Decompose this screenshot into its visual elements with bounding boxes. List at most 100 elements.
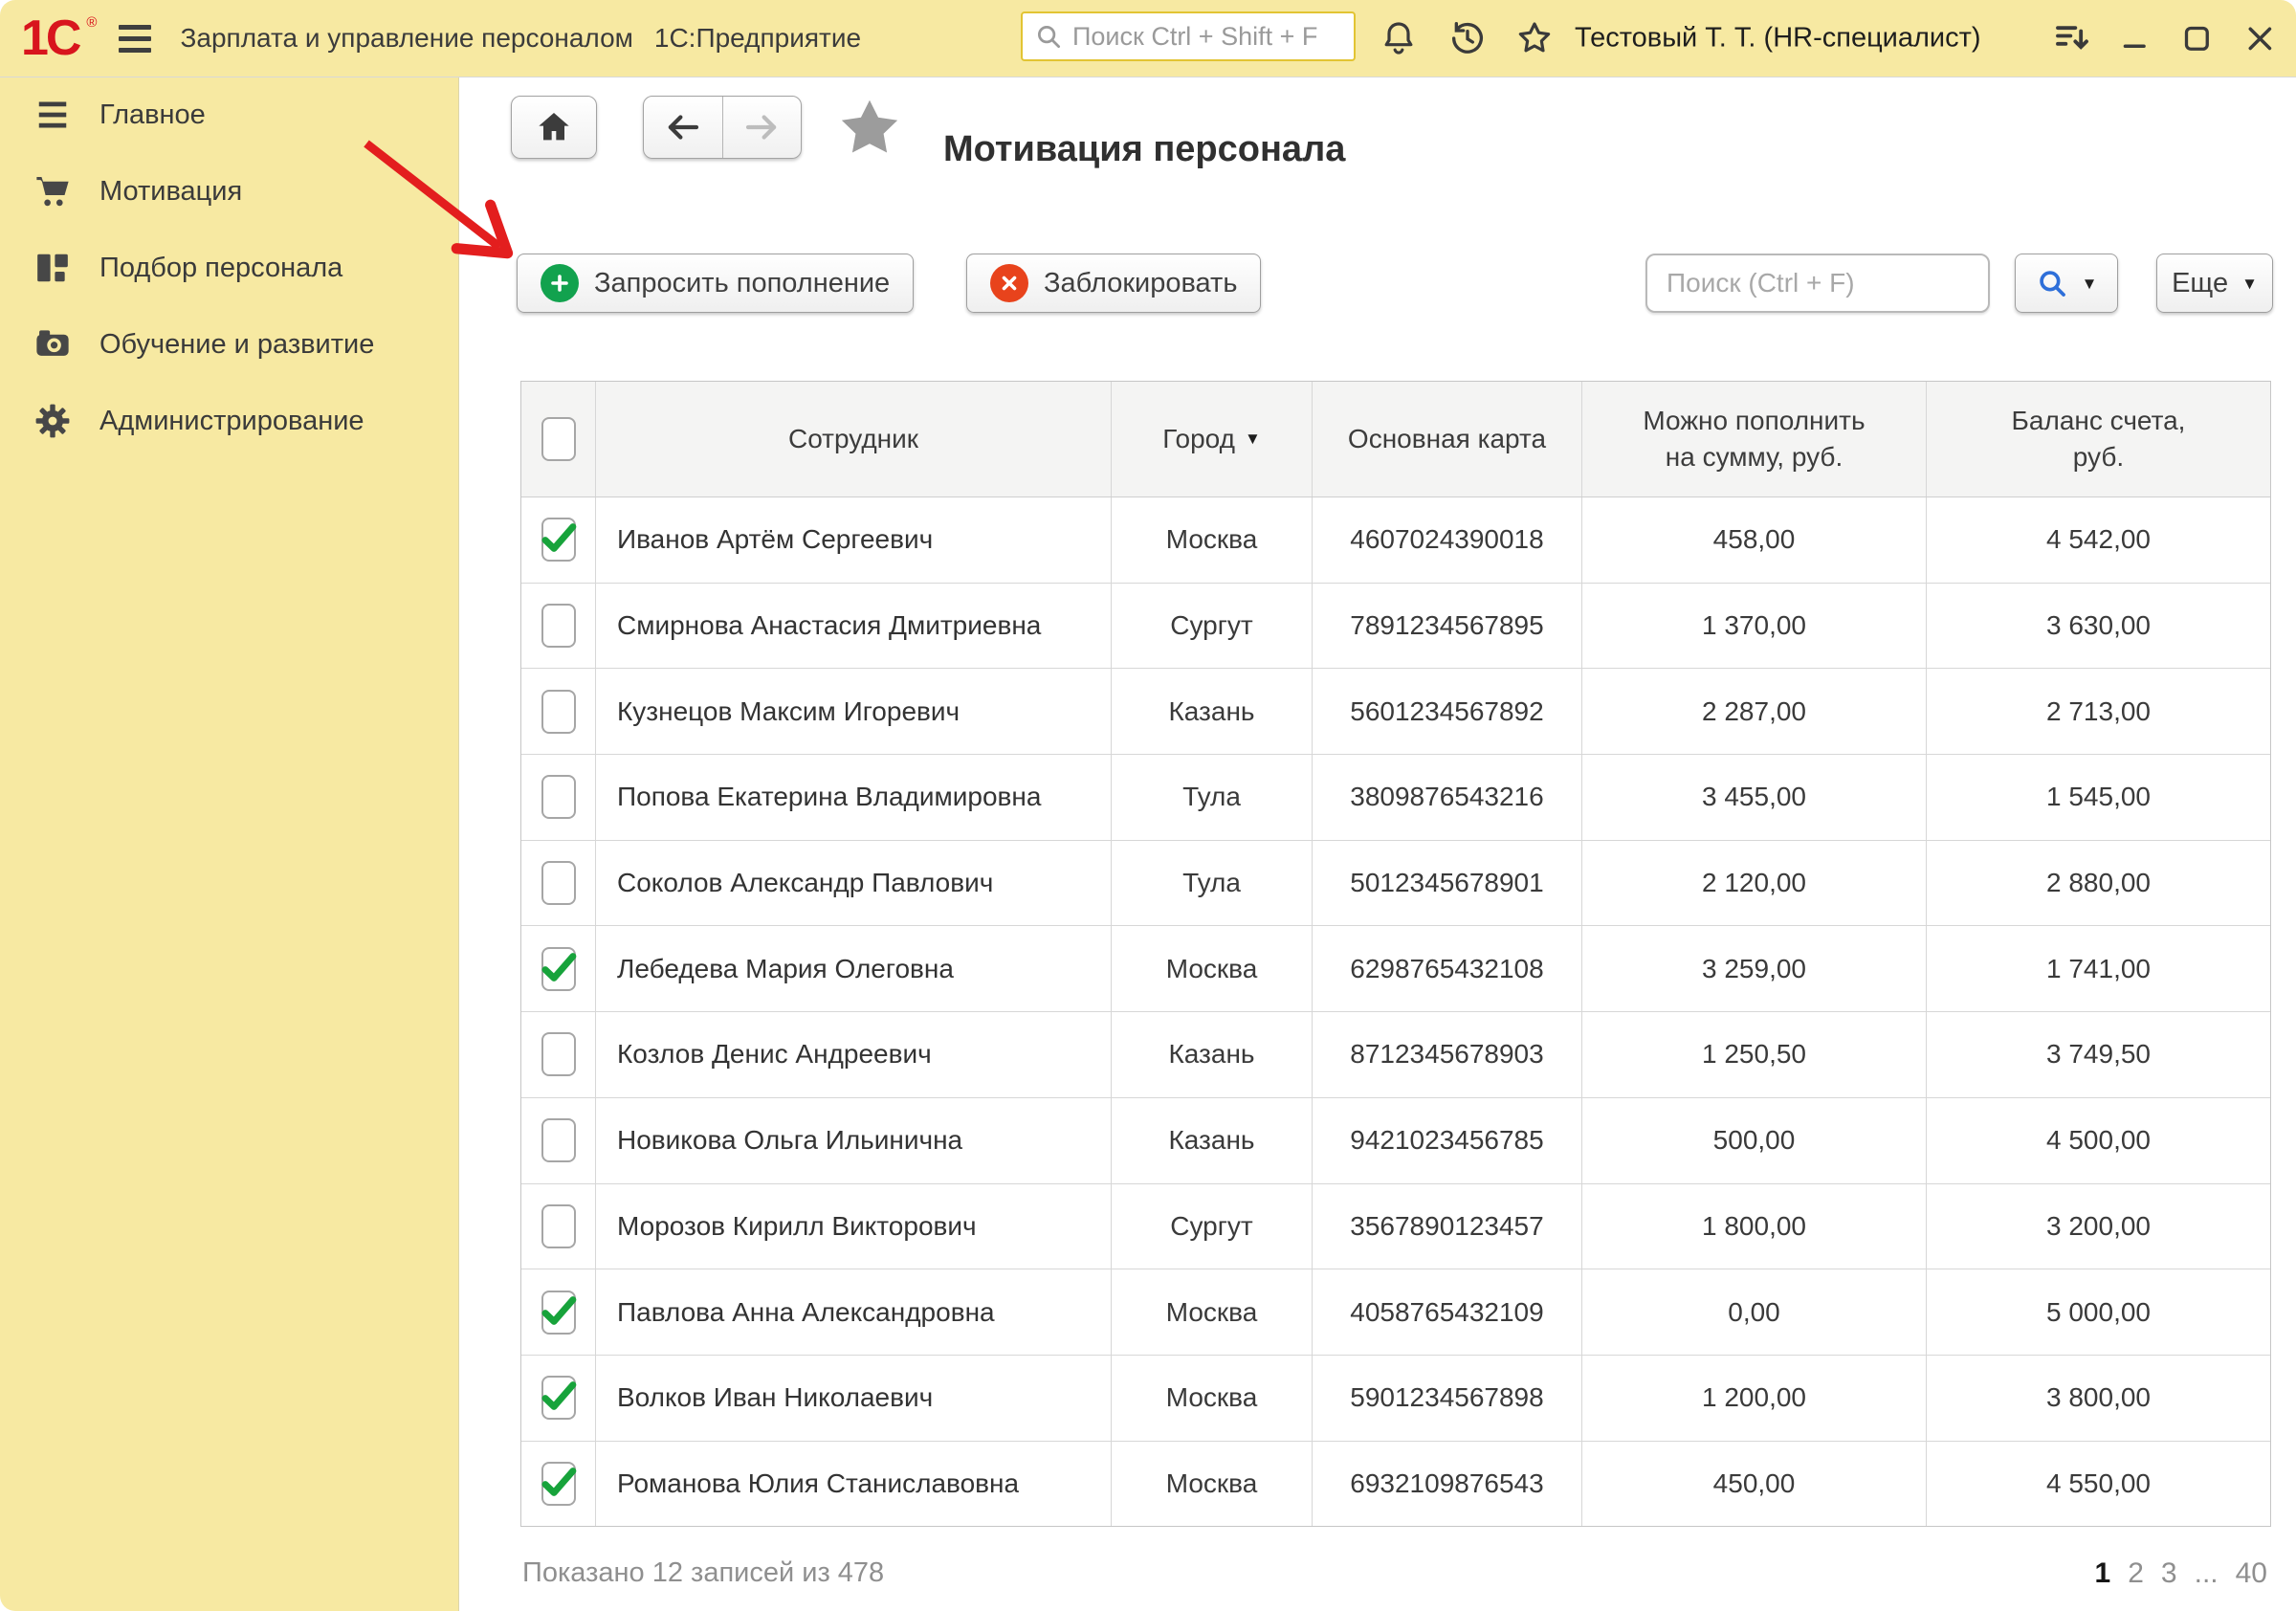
cell-employee: Козлов Денис Андреевич [596,1012,1112,1097]
page-link-1[interactable]: 1 [2095,1557,2111,1590]
row-checkbox-checked[interactable] [541,518,576,563]
find-dropdown-caret: ▼ [2081,274,2098,293]
sidebar-item-main[interactable]: Главное [0,77,458,153]
cell-balance: 4 550,00 [2046,1468,2151,1498]
cell-card: 3809876543216 [1313,755,1582,840]
table-row[interactable]: Кузнецов Максим Игоревич Казань 56012345… [521,669,2270,756]
cell-card: 8712345678903 [1313,1012,1582,1097]
table-row[interactable]: Новикова Ольга Ильинична Казань 94210234… [521,1097,2270,1184]
sidebar-item-motivation[interactable]: Мотивация [0,153,458,230]
cell-city: Тула [1112,755,1313,840]
table-row[interactable]: Морозов Кирилл Викторович Сургут 3567890… [521,1183,2270,1270]
request-topup-button[interactable]: Запросить пополнение [517,254,915,313]
home-button[interactable] [511,96,597,159]
find-button[interactable]: ▼ [2015,254,2118,313]
history-icon[interactable] [1448,19,1487,57]
row-checkbox[interactable] [541,1032,576,1077]
column-header-city[interactable]: Город ▼ [1112,382,1313,497]
global-search-input[interactable]: Поиск Ctrl + Shift + F [1021,11,1356,61]
sidebar-item-training[interactable]: Обучение и развитие [0,306,458,383]
row-checkbox-checked[interactable] [541,1376,576,1421]
home-icon [535,108,573,146]
row-checkbox[interactable] [541,604,576,649]
table-row[interactable]: Козлов Денис Андреевич Казань 8712345678… [521,1012,2270,1098]
table-header: Сотрудник Город ▼ Основная карта Можно попол… [521,382,2270,497]
column-header-amount[interactable]: Можно пополнить на сумму, руб. [1582,382,1927,497]
current-user[interactable]: Тестовый Т. Т. (HR-специалист) [1575,23,1981,55]
table-row[interactable]: Иванов Артём Сергеевич Москва 4607024390… [521,497,2270,584]
row-checkbox[interactable] [541,689,576,734]
row-checkbox-checked[interactable] [541,1461,576,1506]
back-button[interactable] [644,97,723,158]
bell-icon[interactable] [1380,19,1418,57]
sort-indicator-icon: ▼ [1244,429,1261,448]
select-all-checkbox[interactable] [541,417,576,461]
row-checkbox-checked[interactable] [541,946,576,991]
global-search-placeholder: Поиск Ctrl + Shift + F [1072,21,1318,51]
row-checkbox[interactable] [541,861,576,906]
cell-balance: 2 713,00 [2046,695,2151,726]
cell-card: 4058765432109 [1313,1269,1582,1355]
table-row[interactable]: Соколов Александр Павлович Тула 50123456… [521,840,2270,927]
cell-card: 6298765432108 [1313,926,1582,1012]
magnifier-icon [2036,267,2068,299]
brand-text: 1С [21,11,82,66]
cell-employee: Кузнецов Максим Игоревич [596,669,1112,755]
row-checkbox[interactable] [541,775,576,820]
table-row[interactable]: Смирнова Анастасия Дмитриевна Сургут 789… [521,583,2270,670]
column-header-balance[interactable]: Баланс счета, руб. [1927,382,2270,497]
cell-city: Казань [1112,1012,1313,1097]
sidebar-item-administration[interactable]: Администрирование [0,383,458,459]
cell-employee: Павлова Анна Александровна [596,1269,1112,1355]
star-outline-icon[interactable] [1515,19,1554,57]
row-checkbox[interactable] [541,1203,576,1248]
forward-arrow-icon [741,107,782,147]
column-header-select [521,382,596,497]
cell-amount: 3 259,00 [1582,926,1927,1012]
collapse-panel-icon[interactable] [2053,19,2091,57]
table-row[interactable]: Попова Екатерина Владимировна Тула 38098… [521,755,2270,841]
request-topup-label: Запросить пополнение [594,267,891,298]
table-row[interactable]: Лебедева Мария Олеговна Москва 629876543… [521,926,2270,1013]
cell-balance: 2 880,00 [2046,868,2151,898]
row-checkbox-checked[interactable] [541,1290,576,1335]
cell-card: 3567890123457 [1313,1183,1582,1269]
table-row[interactable]: Волков Иван Николаевич Москва 5901234567… [521,1355,2270,1442]
block-button[interactable]: Заблокировать [966,254,1262,313]
platform-name: 1С:Предприятие [653,23,862,53]
cell-amount: 2 287,00 [1582,669,1927,755]
list-search-input[interactable] [1645,254,1990,313]
minimize-icon[interactable] [2118,19,2152,57]
x-circle-icon [990,264,1028,302]
forward-button[interactable] [723,97,802,158]
page-link-2[interactable]: 2 [2128,1557,2144,1590]
cell-amount: 1 370,00 [1582,583,1927,669]
sidebar-item-recruiting[interactable]: Подбор персонала [0,230,458,306]
more-label: Еще [2172,267,2229,298]
records-summary: Показано 12 записей из 478 [522,1557,885,1588]
cell-employee: Морозов Кирилл Викторович [596,1183,1112,1269]
cell-card: 6932109876543 [1313,1441,1582,1527]
plus-circle-icon [541,264,579,302]
cell-balance: 3 630,00 [2046,610,2151,641]
cell-employee: Волков Иван Николаевич [596,1355,1112,1441]
favorite-star-icon[interactable] [836,94,903,161]
cell-employee: Смирнова Анастасия Дмитриевна [596,583,1112,669]
row-checkbox[interactable] [541,1118,576,1163]
maximize-icon[interactable] [2179,19,2214,57]
page-link-3[interactable]: 3 [2161,1557,2177,1590]
table-row[interactable]: Романова Юлия Станиславовна Москва 69321… [521,1441,2270,1527]
cell-amount: 1 800,00 [1582,1183,1927,1269]
close-icon[interactable] [2242,19,2277,57]
column-header-card[interactable]: Основная карта [1313,382,1582,497]
cell-city: Москва [1112,497,1313,583]
topbar: 1С ® Зарплата и управление персоналом 1С:… [0,0,2296,77]
page-link-40[interactable]: 40 [2236,1557,2267,1590]
more-dropdown-caret: ▼ [2241,274,2258,293]
more-button[interactable]: Еще ▼ [2156,254,2273,313]
main-menu-icon[interactable] [119,24,152,53]
column-header-employee[interactable]: Сотрудник [596,382,1112,497]
cell-card: 9421023456785 [1313,1097,1582,1183]
table-row[interactable]: Павлова Анна Александровна Москва 405876… [521,1269,2270,1356]
cell-amount: 1 250,50 [1582,1012,1927,1097]
